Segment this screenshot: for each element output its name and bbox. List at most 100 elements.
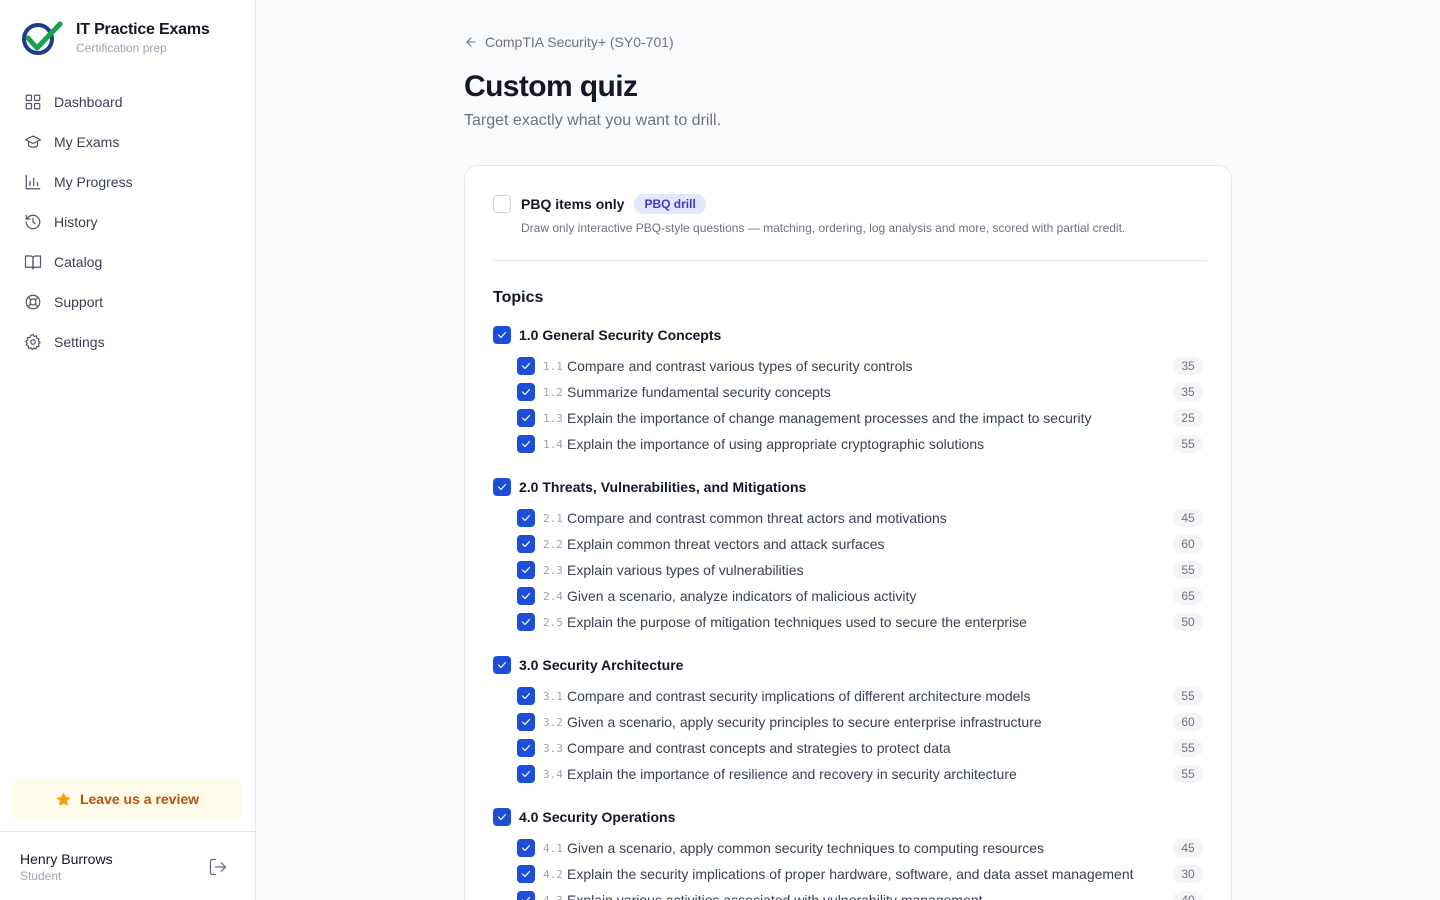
domain-checkbox[interactable] — [493, 656, 511, 674]
objective-checkbox[interactable] — [517, 357, 535, 375]
page-title: Custom quiz — [464, 70, 638, 103]
user-name: Henry Burrows — [20, 851, 113, 867]
back-link[interactable]: CompTIA Security+ (SY0-701) — [464, 34, 674, 50]
objective-checkbox[interactable] — [517, 409, 535, 427]
topics-heading: Topics — [493, 289, 544, 306]
topic-domain: 2.0 Threats, Vulnerabilities, and Mitiga… — [493, 477, 1203, 635]
sidebar-item-catalog[interactable]: Catalog — [12, 242, 244, 282]
divider — [493, 260, 1207, 261]
objective-row[interactable]: 1.4 Explain the importance of using appro… — [493, 431, 1203, 457]
objective-number: 4.2 — [543, 867, 563, 881]
domain-checkbox[interactable] — [493, 478, 511, 496]
question-count-badge: 55 — [1173, 435, 1203, 453]
objective-number: 3.4 — [543, 767, 563, 781]
objective-text: Explain the importance of change managem… — [567, 410, 1092, 426]
objective-checkbox[interactable] — [517, 713, 535, 731]
objective-number: 1.2 — [543, 385, 563, 399]
objective-row[interactable]: 3.2 Given a scenario, apply security prin… — [493, 709, 1203, 735]
brand-subtitle: Certification prep — [76, 41, 167, 55]
objective-row[interactable]: 4.1 Given a scenario, apply common securi… — [493, 835, 1203, 861]
sidebar-item-dashboard[interactable]: Dashboard — [12, 82, 244, 122]
objective-row[interactable]: 2.3 Explain various types of vulnerabilit… — [493, 557, 1203, 583]
objective-row[interactable]: 2.1 Compare and contrast common threat ac… — [493, 505, 1203, 531]
objective-checkbox[interactable] — [517, 509, 535, 527]
domain-row[interactable]: 1.0 General Security Concepts — [493, 325, 1203, 345]
objective-text: Explain the importance of using appropri… — [567, 436, 985, 452]
objective-row[interactable]: 3.3 Compare and contrast concepts and str… — [493, 735, 1203, 761]
objective-text: Compare and contrast common threat actor… — [567, 510, 947, 526]
objective-checkbox[interactable] — [517, 765, 535, 783]
domain-row[interactable]: 4.0 Security Operations — [493, 807, 1203, 827]
pbq-only-toggle[interactable]: PBQ items only PBQ drill — [493, 194, 706, 214]
quiz-config-card: PBQ items only PBQ drill Draw only inter… — [464, 165, 1232, 900]
question-count-badge: 45 — [1173, 509, 1203, 527]
objective-number: 2.3 — [543, 563, 563, 577]
objective-checkbox[interactable] — [517, 535, 535, 553]
objective-checkbox[interactable] — [517, 739, 535, 757]
objective-row[interactable]: 3.4 Explain the importance of resilience … — [493, 761, 1203, 787]
objective-number: 1.3 — [543, 411, 563, 425]
objective-text: Explain various activities associated wi… — [567, 892, 983, 900]
check-icon — [521, 592, 531, 600]
sidebar-item-settings[interactable]: Settings — [12, 322, 244, 362]
objective-text: Explain the importance of resilience and… — [567, 766, 1017, 782]
objective-checkbox[interactable] — [517, 587, 535, 605]
objective-number: 3.2 — [543, 715, 563, 729]
objective-checkbox[interactable] — [517, 839, 535, 857]
objective-number: 1.4 — [543, 437, 563, 451]
objective-checkbox[interactable] — [517, 435, 535, 453]
objective-number: 3.1 — [543, 689, 563, 703]
domain-checkbox[interactable] — [493, 326, 511, 344]
objective-checkbox[interactable] — [517, 891, 535, 900]
user-area: Henry Burrows Student — [0, 831, 255, 900]
domain-row[interactable]: 2.0 Threats, Vulnerabilities, and Mitiga… — [493, 477, 1203, 497]
pbq-only-checkbox[interactable] — [493, 195, 511, 213]
sidebar-item-support[interactable]: Support — [12, 282, 244, 322]
objective-number: 2.1 — [543, 511, 563, 525]
logout-button[interactable] — [208, 857, 228, 877]
objective-row[interactable]: 1.2 Summarize fundamental security concep… — [493, 379, 1203, 405]
brand[interactable]: IT Practice Exams Certification prep — [20, 20, 210, 56]
objective-row[interactable]: 2.4 Given a scenario, analyze indicators … — [493, 583, 1203, 609]
objective-row[interactable]: 1.1 Compare and contrast various types of… — [493, 353, 1203, 379]
check-icon — [521, 718, 531, 726]
objective-text: Given a scenario, apply security princip… — [567, 714, 1042, 730]
objective-checkbox[interactable] — [517, 383, 535, 401]
question-count-badge: 65 — [1173, 587, 1203, 605]
domain-checkbox[interactable] — [493, 808, 511, 826]
history-icon — [25, 214, 41, 230]
domain-label: 1.0 General Security Concepts — [519, 327, 722, 343]
objective-checkbox[interactable] — [517, 865, 535, 883]
question-count-badge: 55 — [1173, 687, 1203, 705]
topic-domain: 4.0 Security Operations 4.1 Given a scenar… — [493, 807, 1203, 900]
sidebar-item-label: Catalog — [54, 254, 103, 270]
check-icon — [521, 618, 531, 626]
objective-checkbox[interactable] — [517, 613, 535, 631]
check-icon — [497, 813, 507, 821]
objective-row[interactable]: 1.3 Explain the importance of change mana… — [493, 405, 1203, 431]
check-icon — [521, 388, 531, 396]
objective-row[interactable]: 3.1 Compare and contrast security implica… — [493, 683, 1203, 709]
book-open-icon — [24, 255, 42, 270]
check-icon — [521, 896, 531, 900]
topics-list: 1.0 General Security Concepts 1.1 Compare … — [493, 325, 1203, 900]
domain-row[interactable]: 3.0 Security Architecture — [493, 655, 1203, 675]
sidebar-item-label: Settings — [54, 334, 105, 350]
check-icon — [521, 440, 531, 448]
check-icon — [521, 692, 531, 700]
objective-number: 2.2 — [543, 537, 563, 551]
objective-row[interactable]: 4.2 Explain the security implications of … — [493, 861, 1203, 887]
objective-number: 2.5 — [543, 615, 563, 629]
sidebar: IT Practice Exams Certification prep Das… — [0, 0, 256, 900]
objective-row[interactable]: 4.3 Explain various activities associated… — [493, 887, 1203, 900]
objective-checkbox[interactable] — [517, 561, 535, 579]
objective-checkbox[interactable] — [517, 687, 535, 705]
objective-number: 2.4 — [543, 589, 563, 603]
sidebar-item-my-exams[interactable]: My Exams — [12, 122, 244, 162]
objective-row[interactable]: 2.2 Explain common threat vectors and att… — [493, 531, 1203, 557]
sidebar-item-history[interactable]: History — [12, 202, 244, 242]
sidebar-item-my-progress[interactable]: My Progress — [12, 162, 244, 202]
objective-row[interactable]: 2.5 Explain the purpose of mitigation tec… — [493, 609, 1203, 635]
leave-review-button[interactable]: Leave us a review — [12, 779, 242, 819]
back-link-label: CompTIA Security+ (SY0-701) — [485, 34, 674, 50]
